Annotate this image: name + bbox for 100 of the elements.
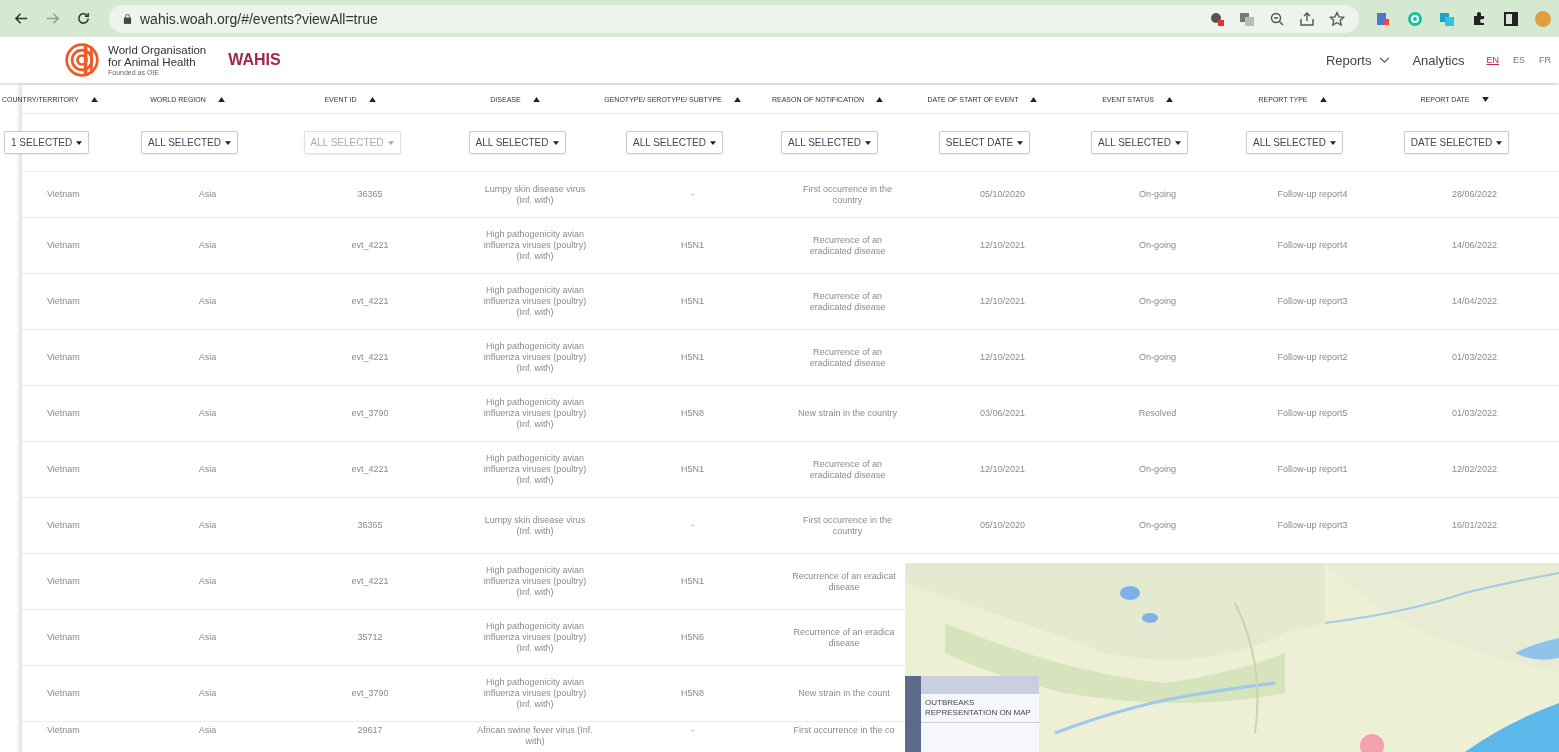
table-cell-text: First occurrence in the country <box>801 183 893 206</box>
table-cell: On-going <box>1139 296 1176 307</box>
table-cell: Asia <box>198 576 217 587</box>
nav-link[interactable]: Analytics <box>1412 52 1465 68</box>
table-cell: H5N1 <box>681 464 704 475</box>
table-cell: H5N8 <box>681 688 704 699</box>
table-cell-text: High pathogenicity avian influenza viruses (poultry) (Inf. with) <box>482 229 588 262</box>
side-panel-icon[interactable] <box>1503 10 1519 27</box>
filter-dropdown[interactable]: ALL SELECTED <box>1246 131 1343 154</box>
table-cell: H5N1 <box>681 576 704 587</box>
filter-dropdown[interactable]: 1 SELECTED <box>4 131 90 154</box>
filter-dropdown[interactable]: ALL SELECTED <box>141 131 238 154</box>
language-option[interactable]: EN <box>1486 55 1499 65</box>
caret-icon <box>710 140 716 145</box>
sort-ascending-icon[interactable] <box>368 96 376 102</box>
panel-title: OUTBREAKS REPRESENTATION ON MAP <box>921 694 1039 723</box>
table-cell: Vietnam <box>47 464 80 475</box>
table-cell-text: Recurrence of an eradicated disease <box>808 290 887 313</box>
filter-dropdown[interactable]: SELECT DATE <box>938 131 1031 154</box>
language-option[interactable]: FR <box>1539 55 1551 65</box>
table-cell: Follow-up report1 <box>1277 464 1348 475</box>
table-cell: 35712 <box>357 632 383 643</box>
table-cell: Vietnam <box>47 725 80 736</box>
table-cell: Asia <box>198 725 217 736</box>
sort-ascending-icon[interactable] <box>1030 96 1038 102</box>
table-cell: Asia <box>198 632 217 643</box>
table-cell: evt_4221 <box>351 464 389 475</box>
table-cell: evt_3790 <box>351 688 389 699</box>
sort-ascending-icon[interactable] <box>90 96 98 102</box>
table-cell-text: Recurrence of an eradicat disease <box>791 570 897 593</box>
table-cell: 28/06/2022 <box>1451 189 1497 200</box>
table-cell: Vietnam <box>47 408 80 419</box>
caret-icon <box>1330 140 1336 145</box>
caret-icon <box>1496 140 1503 145</box>
share-icon[interactable] <box>1299 10 1315 27</box>
filter-dropdown[interactable]: ALL SELECTED <box>1091 131 1188 154</box>
translate-icon[interactable] <box>1239 10 1255 27</box>
table-cell: H5N8 <box>681 408 704 419</box>
sort-descending-icon[interactable] <box>1481 96 1489 102</box>
filter-dropdown[interactable]: ALL SELECTED <box>468 131 566 154</box>
caret-icon <box>552 140 559 145</box>
table-cell: Vietnam <box>47 520 80 531</box>
table-cell: Vietnam <box>47 352 80 363</box>
filter-dropdown[interactable]: ALL SELECTED <box>626 131 723 154</box>
table-cell: On-going <box>1139 464 1176 475</box>
table-cell-text: High pathogenicity avian influenza viruses (poultry) (Inf. with) <box>482 453 588 486</box>
table-cell: H5N1 <box>681 352 704 363</box>
table-cell: Asia <box>198 520 217 531</box>
logo-icon[interactable] <box>64 42 100 78</box>
reports-menu[interactable]: Reports <box>1325 52 1391 68</box>
table-cell: 14/06/2022 <box>1451 240 1497 251</box>
table-cell: Asia <box>198 189 217 200</box>
caret-icon <box>76 140 83 145</box>
caret-icon <box>865 140 871 145</box>
sort-ascending-icon[interactable] <box>532 96 540 102</box>
table-cell: On-going <box>1139 240 1176 251</box>
star-icon[interactable] <box>1329 10 1345 27</box>
table-cell-text: Recurrence of an eradicated disease <box>808 458 887 481</box>
table-cell: Asia <box>198 240 217 251</box>
blocked-icon[interactable] <box>1209 10 1225 27</box>
sort-ascending-icon[interactable] <box>217 96 225 102</box>
table-cell: - <box>691 725 694 736</box>
table-cell: Asia <box>198 688 217 699</box>
table-cell: Asia <box>198 408 217 419</box>
table-cell: H5N1 <box>681 296 704 307</box>
table-cell-text: Lumpy skin disease virus (Inf. with) <box>483 183 587 206</box>
filter-dropdown[interactable]: DATE SELECTED <box>1403 131 1510 154</box>
table-cell: 12/10/2021 <box>979 296 1025 307</box>
url-text: wahis.woah.org/#/events?viewAll=true <box>140 10 378 27</box>
table-cell: 03/06/2021 <box>979 408 1025 419</box>
reload-icon[interactable] <box>76 11 91 26</box>
table-cell-text: Recurrence of an eradicated disease <box>808 346 887 369</box>
sort-ascending-icon[interactable] <box>1319 96 1327 102</box>
table-cell-text: High pathogenicity avian influenza viruses (poultry) (Inf. with) <box>482 285 588 318</box>
table-cell-text: High pathogenicity avian influenza viruses (poultry) (Inf. with) <box>482 341 588 374</box>
address-bar[interactable]: wahis.woah.org/#/events?viewAll=true <box>109 4 1359 33</box>
sort-ascending-icon[interactable] <box>733 96 741 102</box>
extension-icon[interactable] <box>1375 10 1391 27</box>
caret-icon <box>225 140 231 145</box>
table-cell: 12/10/2021 <box>979 240 1025 251</box>
table-cell-text: Lumpy skin disease virus (Inf. with) <box>483 514 587 537</box>
table-cell: Vietnam <box>47 576 80 587</box>
table-cell: evt_4221 <box>351 352 389 363</box>
language-option[interactable]: ES <box>1513 55 1525 65</box>
sort-ascending-icon[interactable] <box>876 96 883 102</box>
table-cell: 36365 <box>357 189 383 200</box>
zoom-icon[interactable] <box>1269 10 1285 27</box>
back-icon[interactable] <box>14 11 29 26</box>
table-cell: Vietnam <box>47 632 80 643</box>
table-cell: H5N1 <box>681 240 704 251</box>
table-cell-text: Recurrence of an eradicated disease <box>808 234 887 257</box>
lock-icon <box>123 13 132 24</box>
table-cell: 12/10/2021 <box>979 464 1025 475</box>
puzzle-icon[interactable] <box>1471 10 1487 27</box>
filter-dropdown[interactable]: ALL SELECTED <box>781 131 878 154</box>
caret-icon <box>1017 140 1024 145</box>
table-cell: 05/10/2020 <box>979 189 1025 200</box>
table-cell: 36365 <box>357 520 383 531</box>
table-cell: Follow-up report4 <box>1277 189 1348 200</box>
sort-ascending-icon[interactable] <box>1165 96 1173 102</box>
